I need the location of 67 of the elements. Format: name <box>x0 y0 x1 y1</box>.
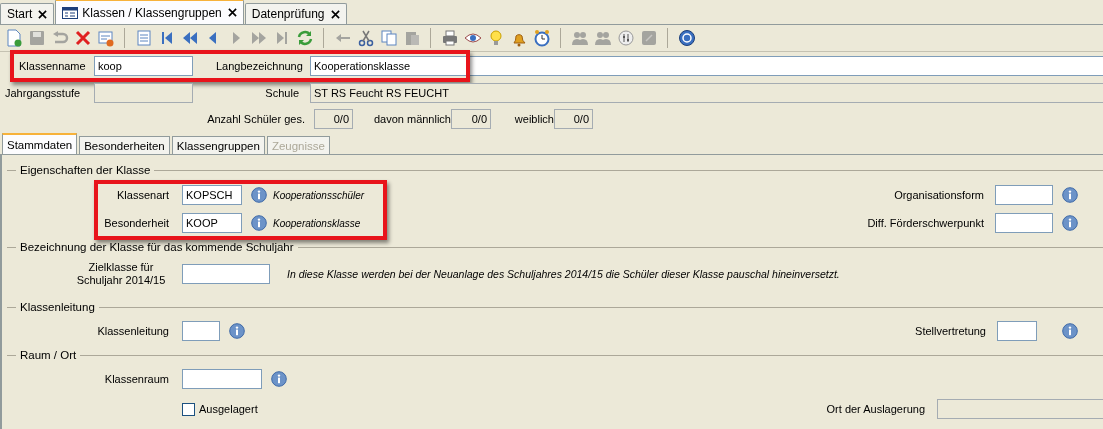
room-field[interactable] <box>182 369 262 389</box>
section-title: Eigenschaften der Klasse <box>20 164 151 176</box>
field-label: Zielklasse für Schuljahr 2014/15 <box>75 261 167 287</box>
tab[interactable]: Stammdaten <box>2 133 78 154</box>
cut-icon[interactable] <box>356 29 375 47</box>
tab[interactable]: Klassengruppen <box>171 136 265 154</box>
field-label: Schule <box>264 87 299 99</box>
refresh-icon[interactable] <box>295 29 314 47</box>
code-field[interactable]: KOOP <box>182 213 242 233</box>
section-title: Klassenleitung <box>20 301 95 313</box>
field-label: Jahrgangsstufe <box>5 87 82 99</box>
code-field[interactable] <box>995 213 1053 233</box>
alarm-clock-icon[interactable] <box>532 29 551 47</box>
code-field[interactable]: KOPSCH <box>182 185 242 205</box>
outsourced-checkbox[interactable]: Ausgelagert <box>182 402 258 416</box>
new-document-icon[interactable] <box>4 29 23 47</box>
sliders-icon[interactable] <box>616 29 635 47</box>
code-description: Kooperationsschüler <box>273 189 365 201</box>
field-label: Klassenraum <box>103 373 169 385</box>
field-label: Langbezeichnung <box>216 60 304 72</box>
info-icon[interactable] <box>251 187 267 203</box>
field-label: Klassenname <box>19 60 87 72</box>
help-icon[interactable] <box>677 29 696 47</box>
field-label: davon männlich <box>372 113 451 125</box>
close-icon[interactable] <box>330 9 340 19</box>
teacher-field[interactable] <box>182 321 220 341</box>
print-icon[interactable] <box>440 29 459 47</box>
info-icon[interactable] <box>271 371 287 387</box>
deputy-field[interactable] <box>997 321 1037 341</box>
table-icon[interactable] <box>134 29 153 47</box>
delete-icon[interactable] <box>73 29 92 47</box>
field-label: Besonderheit <box>103 217 169 229</box>
field-label: Diff. Förderschwerpunkt <box>867 217 984 229</box>
info-icon[interactable] <box>251 215 267 231</box>
form-icon[interactable] <box>96 29 115 47</box>
field-label: Klassenart <box>116 189 169 201</box>
field-label: Organisationsform <box>894 189 984 201</box>
close-icon[interactable] <box>38 9 48 19</box>
section-title: Raum / Ort <box>20 349 77 361</box>
field-label: Stellvertretung <box>915 325 986 337</box>
tab[interactable]: Datenprüfung <box>244 3 347 24</box>
hint-text: In diese Klasse werden bei der Neuanlage des Schuljahres 2014/15 die Schüler dieser Klasse pauschal hineinversetzt. <box>287 268 840 280</box>
field-label: Ort der Auslagerung <box>826 403 925 415</box>
info-icon[interactable] <box>1062 215 1078 231</box>
class-name-field[interactable]: koop <box>94 56 193 76</box>
tab[interactable]: Start <box>0 3 55 24</box>
code-description: Kooperationsklasse <box>273 217 361 229</box>
field-label: Klassenleitung <box>96 325 169 337</box>
section-title: Bezeichnung der Klasse für das kommende Schuljahr <box>20 241 294 253</box>
info-icon[interactable] <box>229 323 245 339</box>
table-icon <box>62 6 79 19</box>
target-class-field[interactable] <box>182 264 270 284</box>
long-name-field[interactable]: Kooperationsklasse <box>310 56 1103 76</box>
count-field: 0/0 <box>314 109 353 129</box>
location-field[interactable] <box>937 399 1103 419</box>
tab[interactable]: Klassen / Klassengruppen <box>55 0 244 24</box>
count-field: 0/0 <box>554 109 593 129</box>
info-icon[interactable] <box>1062 187 1078 203</box>
school-field[interactable]: ST RS Feucht RS FEUCHT <box>310 83 1103 103</box>
copy-icon[interactable] <box>379 29 398 47</box>
info-icon[interactable] <box>1062 323 1078 339</box>
code-field[interactable] <box>995 185 1053 205</box>
field-label: weiblich <box>513 113 554 125</box>
count-field: 0/0 <box>451 109 491 129</box>
tab[interactable]: Besonderheiten <box>79 136 170 154</box>
close-icon[interactable] <box>227 8 237 17</box>
field-label: Anzahl Schüler ges. <box>206 113 305 125</box>
